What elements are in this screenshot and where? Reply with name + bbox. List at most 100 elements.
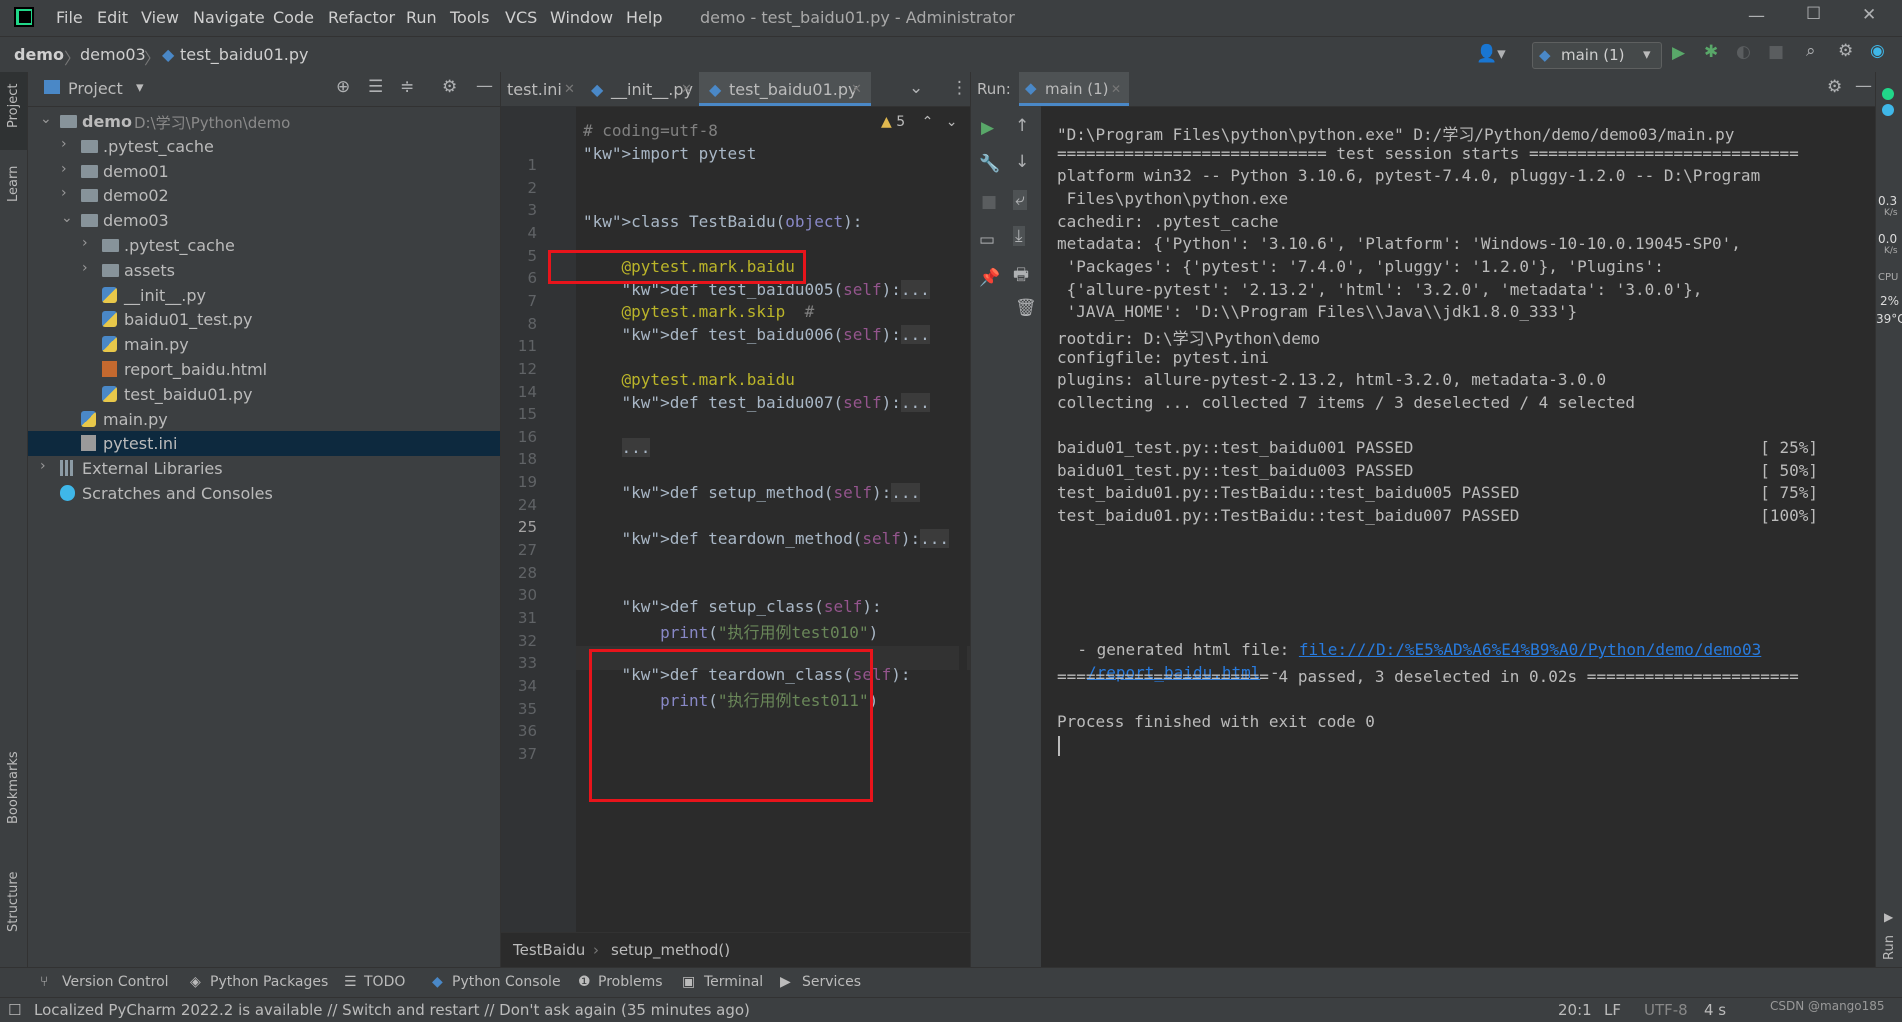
close-icon[interactable]: ✕ [851, 82, 862, 97]
caret-position[interactable]: 20:1 [1558, 1001, 1592, 1019]
tree-item[interactable]: Scratches and Consoles [28, 481, 500, 506]
run-config-select[interactable]: ◆ main (1) ▾ [1532, 42, 1662, 69]
more-icon[interactable]: ⋮ [951, 78, 968, 98]
scroll-end-icon[interactable]: ⤓ [1013, 226, 1025, 246]
chevron-down-icon[interactable]: ▾ [136, 78, 144, 96]
menu-view[interactable]: View [141, 8, 179, 27]
tree-item[interactable]: main.py [28, 407, 500, 432]
print-icon[interactable]: 🖶 [1013, 262, 1029, 291]
inspection-widget[interactable]: ▲ 5 ⌃ ⌄ [881, 114, 958, 130]
stripe-project[interactable]: Project [6, 84, 21, 128]
trash-icon[interactable]: 🗑 [1015, 298, 1037, 318]
tree-item[interactable]: › assets [28, 258, 500, 283]
stripe-learn[interactable]: Learn [6, 166, 21, 202]
editor-scrollbar[interactable] [959, 112, 967, 952]
debug-icon[interactable]: ✱ [1704, 42, 1718, 62]
run-icon[interactable]: ▶ [1672, 43, 1685, 63]
tab-init-py[interactable]: ◆ __init__.py ✕ [581, 72, 699, 106]
collapse-all-icon[interactable]: ≑ [400, 77, 414, 97]
locate-icon[interactable]: ⊕ [336, 77, 350, 97]
menu-file[interactable]: File [56, 8, 83, 27]
tool-services[interactable]: Services [802, 974, 861, 990]
menu-window[interactable]: Window [550, 8, 613, 27]
wrench-icon[interactable]: 🔧 [979, 154, 1000, 174]
maximize-icon[interactable]: ☐ [1806, 4, 1821, 24]
layout-icon[interactable]: ▭ [979, 230, 995, 250]
stop-icon[interactable]: ■ [1768, 42, 1784, 62]
chevron-down-icon[interactable]: ⌄ [909, 78, 923, 98]
stripe-bookmarks[interactable]: Bookmarks [6, 751, 21, 824]
menu-code[interactable]: Code [273, 8, 314, 27]
tab-test-baidu01[interactable]: ◆ test_baidu01.py ✕ [699, 72, 871, 106]
chevron-right-icon[interactable]: › [61, 136, 67, 152]
close-icon[interactable]: ✕ [1862, 5, 1876, 25]
tool-python-packages[interactable]: Python Packages [210, 974, 328, 990]
down-arrow-icon[interactable]: ↓ [1015, 152, 1029, 172]
menu-navigate[interactable]: Navigate [193, 8, 265, 27]
chevron-right-icon[interactable]: › [82, 235, 88, 251]
expand-all-icon[interactable]: ☰ [368, 77, 383, 97]
chevron-down-icon[interactable]: ⌄ [946, 114, 958, 130]
menu-vcs[interactable]: VCS [505, 8, 537, 27]
chevron-down-icon[interactable]: ⌄ [40, 111, 52, 127]
notifications-widget[interactable] [1880, 80, 1898, 180]
tree-item[interactable]: › .pytest_cache [28, 233, 500, 258]
tool-todo[interactable]: TODO [364, 974, 405, 990]
breadcrumb-folder[interactable]: demo03 [80, 45, 146, 64]
tree-item[interactable]: pytest.ini [28, 431, 500, 457]
html-report-link[interactable]: file:///D:/%E5%AD%A6%E4%B9%A0/Python/dem… [1299, 640, 1761, 659]
pin-icon[interactable]: 📌 [979, 268, 1000, 288]
tree-item[interactable]: › .pytest_cache [28, 134, 500, 159]
hide-icon[interactable]: — [1855, 76, 1872, 96]
tree-item[interactable]: report_baidu.html [28, 357, 500, 382]
tree-item[interactable]: baidu01_test.py [28, 307, 500, 332]
tree-item[interactable]: test_baidu01.py [28, 382, 500, 407]
close-icon[interactable]: ✕ [1111, 82, 1121, 96]
stripe-run[interactable]: Run [1882, 935, 1897, 960]
chevron-right-icon[interactable]: › [40, 458, 46, 474]
close-icon[interactable]: ✕ [681, 82, 692, 97]
breadcrumb-class[interactable]: TestBaidu [513, 941, 585, 959]
hide-icon[interactable]: — [476, 76, 493, 96]
search-icon[interactable]: ⌕ [1806, 41, 1816, 61]
tree-item[interactable]: ⌄ demo03 [28, 208, 500, 233]
line-separator[interactable]: LF [1604, 1001, 1621, 1019]
stop-icon[interactable]: ■ [981, 192, 997, 212]
tree-item[interactable]: ⌄ demo D:\学习\Python\demo [28, 109, 500, 134]
status-message[interactable]: Localized PyCharm 2022.2 is available //… [34, 1001, 750, 1019]
menu-edit[interactable]: Edit [97, 8, 128, 27]
gear-icon[interactable]: ⚙ [1838, 41, 1853, 61]
tree-item[interactable]: main.py [28, 332, 500, 357]
user-icon[interactable]: 👤▾ [1476, 44, 1506, 64]
minimize-icon[interactable]: — [1748, 6, 1765, 26]
rerun-icon[interactable]: ▶ [981, 118, 994, 138]
tree-item[interactable]: › External Libraries [28, 456, 500, 481]
close-icon[interactable]: ✕ [564, 82, 575, 97]
tool-terminal[interactable]: Terminal [704, 974, 763, 990]
stripe-structure[interactable]: Structure [6, 872, 21, 932]
tool-version-control[interactable]: Version Control [62, 974, 169, 990]
tool-python-console[interactable]: Python Console [452, 974, 561, 990]
chevron-right-icon[interactable]: › [61, 185, 67, 201]
menu-tools[interactable]: Tools [450, 8, 489, 27]
menu-refactor[interactable]: Refactor [328, 8, 395, 27]
gear-icon[interactable]: ⚙ [442, 77, 457, 97]
file-encoding[interactable]: UTF-8 [1644, 1001, 1688, 1019]
chevron-down-icon[interactable]: ⌄ [61, 210, 73, 226]
breadcrumb-project[interactable]: demo [14, 45, 64, 64]
up-arrow-icon[interactable]: ↑ [1015, 116, 1029, 136]
soft-wrap-icon[interactable]: ⤶ [1013, 190, 1027, 210]
toolbox-icon[interactable]: ◉ [1870, 41, 1885, 61]
chevron-up-icon[interactable]: ⌃ [922, 114, 934, 130]
indent-setting[interactable]: 4 s [1704, 1001, 1726, 1019]
menu-help[interactable]: Help [626, 8, 662, 27]
run-tab-main[interactable]: ◆ main (1) ✕ [1019, 72, 1129, 106]
tree-item[interactable]: › demo01 [28, 159, 500, 184]
breadcrumb-method[interactable]: setup_method() [611, 941, 730, 959]
gear-icon[interactable]: ⚙ [1827, 77, 1842, 97]
menu-run[interactable]: Run [406, 8, 437, 27]
tree-item[interactable]: › demo02 [28, 183, 500, 208]
chevron-right-icon[interactable]: › [61, 161, 67, 177]
coverage-icon[interactable]: ◐ [1736, 42, 1751, 62]
tab-test-ini[interactable]: test.ini ✕ [501, 72, 581, 106]
